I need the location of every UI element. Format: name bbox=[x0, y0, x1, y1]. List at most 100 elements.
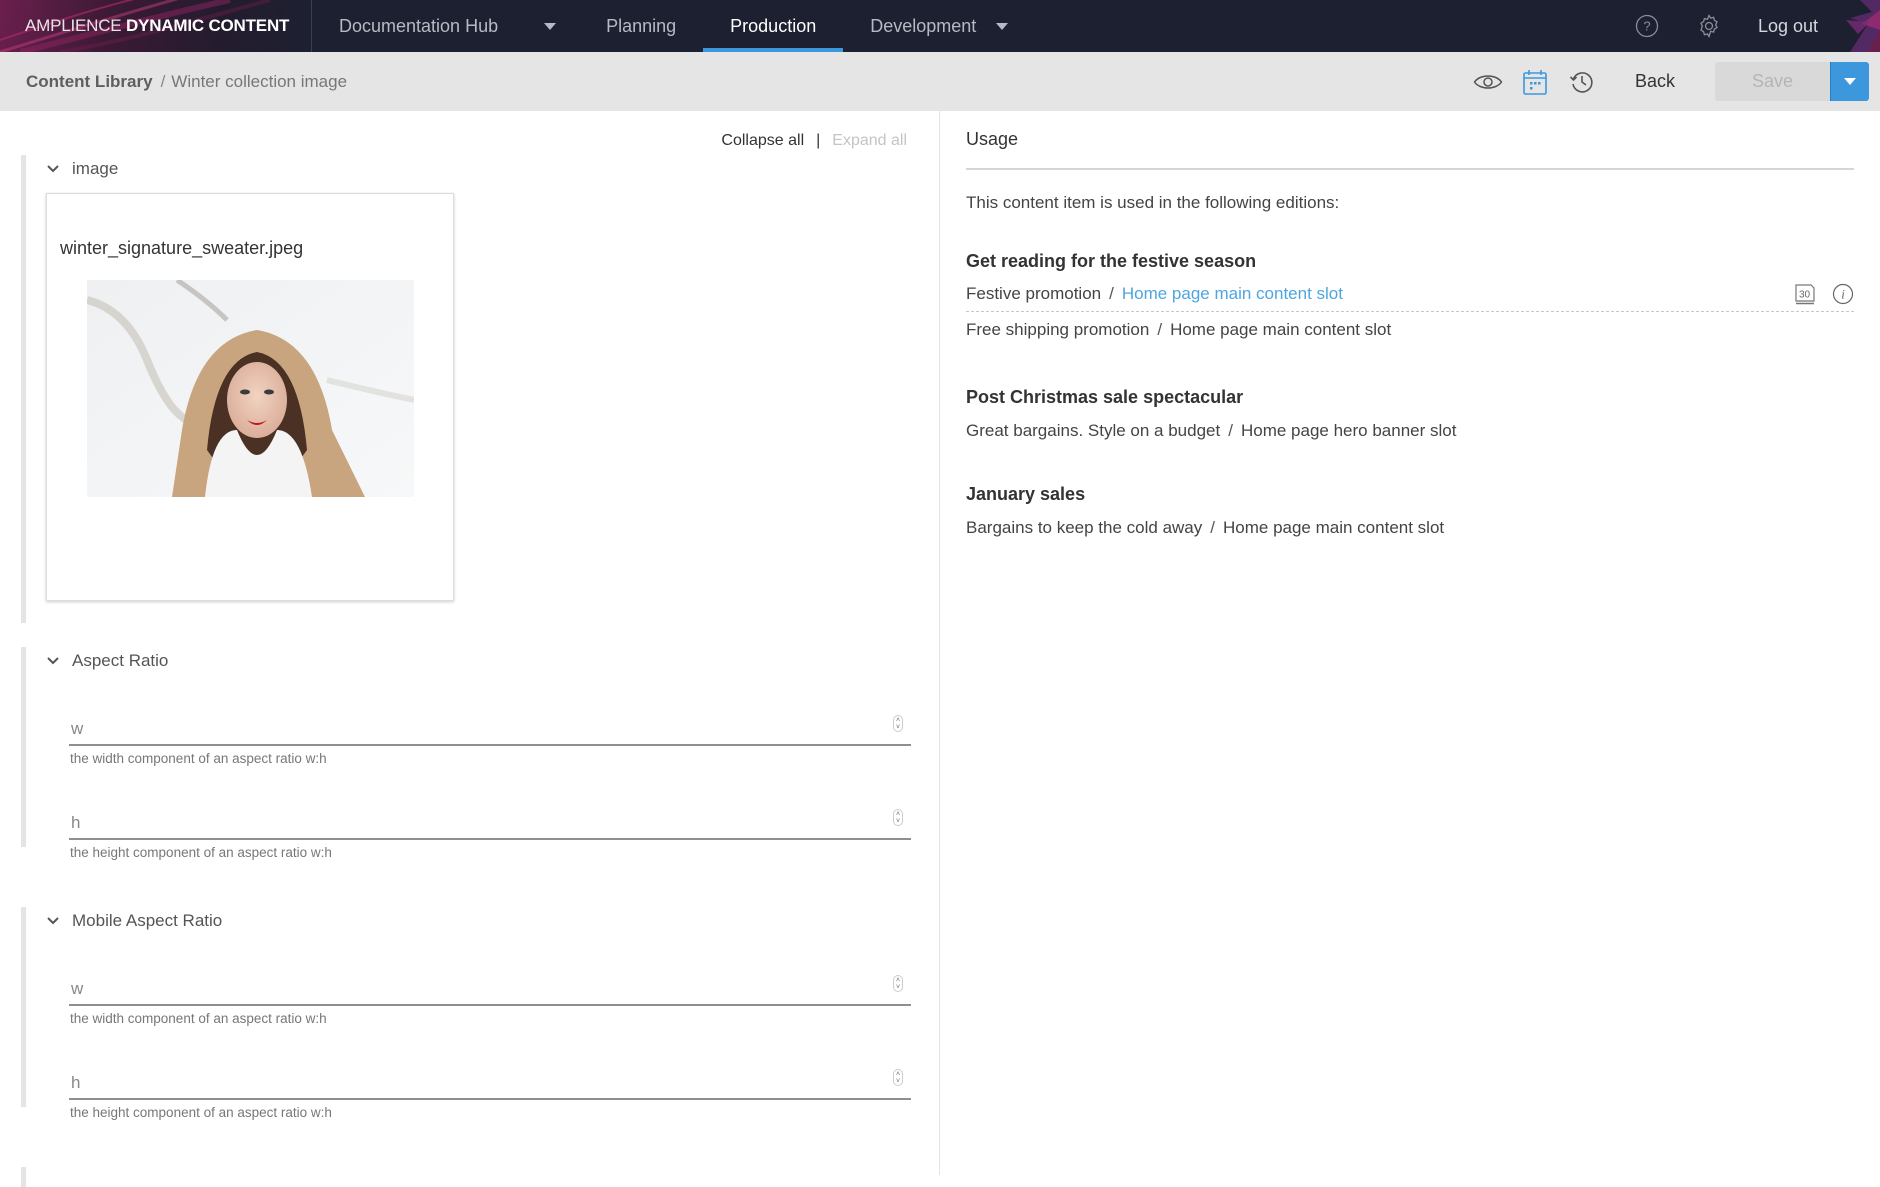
collapse-all-button[interactable]: Collapse all bbox=[721, 132, 804, 150]
aspect-ratio-w-input[interactable]: w ˄ ˅ bbox=[69, 701, 911, 746]
separator: / bbox=[1157, 319, 1163, 339]
image-card[interactable]: winter_signature_sweater.jpeg bbox=[46, 193, 454, 601]
history-icon[interactable] bbox=[1567, 67, 1597, 97]
preview-eye-icon[interactable] bbox=[1473, 67, 1503, 97]
field-label: w bbox=[71, 979, 84, 998]
brand-logo: AMPLIENCE DYNAMIC CONTENT bbox=[0, 0, 312, 52]
calendar-day-number: 30 bbox=[1799, 290, 1811, 301]
section-title: Mobile Aspect Ratio bbox=[72, 911, 223, 930]
mobile-aspect-ratio-w-input[interactable]: w ˄ ˅ bbox=[69, 961, 911, 1006]
calendar-day-icon[interactable]: 30 bbox=[1794, 283, 1816, 305]
save-button[interactable]: Save bbox=[1715, 62, 1830, 101]
tab-development[interactable]: Development bbox=[843, 0, 1035, 52]
hub-name: Documentation Hub bbox=[339, 15, 499, 36]
mobile-aspect-ratio-h-input[interactable]: h ˄ ˅ bbox=[69, 1055, 911, 1100]
field-help-text: the width component of an aspect ratio w… bbox=[70, 751, 327, 766]
settings-gear-icon[interactable] bbox=[1696, 13, 1722, 39]
aspect-ratio-h-field: h ˄ ˅ the height component of an aspect r… bbox=[69, 795, 911, 860]
breadcrumb-separator: / bbox=[160, 71, 166, 91]
event-name: Bargains to keep the cold away bbox=[966, 517, 1203, 537]
usage-title: Usage bbox=[966, 129, 1019, 149]
number-stepper[interactable]: ˄ ˅ bbox=[893, 1069, 903, 1086]
chevron-down-icon bbox=[46, 162, 60, 176]
content-form-panel: Collapse all | Expand all image winter_s… bbox=[0, 111, 940, 1187]
number-stepper[interactable]: ˄ ˅ bbox=[893, 975, 903, 992]
mobile-aspect-ratio-w-field: w ˄ ˅ the width component of an aspect ra… bbox=[69, 961, 911, 1026]
expand-all-button[interactable]: Expand all bbox=[832, 132, 907, 150]
tab-label: Planning bbox=[606, 15, 677, 36]
chevron-up-icon: ˄ bbox=[895, 976, 901, 984]
field-help-text: the height component of an aspect ratio … bbox=[70, 1105, 332, 1120]
logout-button[interactable]: Log out bbox=[1758, 16, 1818, 37]
chevron-down-icon bbox=[46, 654, 60, 668]
field-help-text: the height component of an aspect ratio … bbox=[70, 845, 332, 860]
save-options-dropdown[interactable] bbox=[1830, 62, 1869, 101]
brand-light-text: AMPLIENCE bbox=[25, 16, 122, 35]
breadcrumb-content-library[interactable]: Content Library bbox=[26, 72, 153, 92]
chevron-up-icon: ˄ bbox=[895, 1070, 901, 1078]
tab-label: Development bbox=[870, 15, 977, 36]
section-title: Aspect Ratio bbox=[72, 651, 169, 670]
image-section-header[interactable]: image bbox=[26, 155, 911, 183]
chevron-down-icon bbox=[46, 914, 60, 928]
event-name: Free shipping promotion bbox=[966, 319, 1150, 339]
image-section: image winter_signature_sweater.jpeg bbox=[21, 155, 911, 623]
edition-item: January sales Bargains to keep the cold … bbox=[966, 484, 1854, 545]
slot-link[interactable]: Home page main content slot bbox=[1122, 284, 1343, 304]
separator: / bbox=[1228, 420, 1233, 440]
chevron-down-icon: ˅ bbox=[895, 817, 901, 825]
mobile-aspect-ratio-section: Mobile Aspect Ratio w ˄ ˅ the width compo… bbox=[21, 907, 911, 1120]
edition-title: Post Christmas sale spectacular bbox=[966, 387, 1244, 407]
tab-planning[interactable]: Planning bbox=[579, 0, 703, 52]
separator: / bbox=[1109, 284, 1114, 303]
aspect-ratio-section-header[interactable]: Aspect Ratio bbox=[26, 647, 911, 675]
chevron-down-icon bbox=[544, 22, 557, 30]
slot-row: Festive promotion / Home page main conte… bbox=[966, 277, 1854, 312]
content-toolbar: Content Library / Winter collection imag… bbox=[0, 52, 1880, 111]
image-thumbnail[interactable] bbox=[87, 280, 414, 497]
save-split-button: Save bbox=[1715, 62, 1869, 101]
next-section-edge bbox=[21, 1167, 911, 1187]
image-thumbnail-photo bbox=[87, 280, 414, 497]
chevron-up-icon: ˄ bbox=[895, 810, 901, 818]
calendar-icon[interactable] bbox=[1520, 67, 1550, 97]
slot-link[interactable]: Home page main content slot bbox=[1223, 518, 1444, 538]
breadcrumb-current: Winter collection image bbox=[171, 71, 348, 91]
separator: / bbox=[1210, 517, 1215, 537]
number-stepper[interactable]: ˄ ˅ bbox=[893, 809, 903, 826]
event-name: Festive promotion bbox=[966, 284, 1102, 303]
divider: | bbox=[816, 132, 821, 149]
number-stepper[interactable]: ˄ ˅ bbox=[893, 715, 903, 732]
edition-title: Get reading for the festive season bbox=[966, 251, 1257, 271]
aspect-ratio-h-input[interactable]: h ˄ ˅ bbox=[69, 795, 911, 840]
chevron-down-icon bbox=[1844, 78, 1856, 85]
back-button[interactable]: Back bbox=[1635, 71, 1675, 92]
field-label: h bbox=[71, 1073, 81, 1092]
image-filename: winter_signature_sweater.jpeg bbox=[60, 238, 304, 258]
info-icon[interactable]: i bbox=[1832, 283, 1854, 305]
slot-link[interactable]: Home page main content slot bbox=[1170, 320, 1391, 340]
field-label: h bbox=[71, 813, 81, 832]
slot-row: Free shipping promotion / Home page main… bbox=[966, 312, 1854, 347]
chevron-up-icon: ˄ bbox=[895, 716, 901, 724]
usage-panel: Usage This content item is used in the f… bbox=[941, 111, 1880, 1175]
section-title: image bbox=[72, 159, 119, 178]
hub-selector[interactable]: Documentation Hub bbox=[312, 0, 579, 52]
svg-text:?: ? bbox=[1643, 19, 1650, 34]
svg-text:i: i bbox=[1841, 287, 1845, 302]
slot-row: Great bargains. Style on a budget / Home… bbox=[966, 413, 1854, 448]
aspect-ratio-section: Aspect Ratio w ˄ ˅ the width component of… bbox=[21, 647, 911, 860]
slot-link[interactable]: Home page hero banner slot bbox=[1241, 421, 1456, 441]
help-icon[interactable]: ? bbox=[1634, 13, 1660, 39]
tab-production[interactable]: Production bbox=[703, 0, 844, 52]
chevron-down-icon: ˅ bbox=[895, 983, 901, 991]
slot-row: Bargains to keep the cold away / Home pa… bbox=[966, 510, 1854, 545]
brand-star-decoration bbox=[1846, 0, 1880, 52]
mobile-aspect-ratio-section-header[interactable]: Mobile Aspect Ratio bbox=[26, 907, 911, 935]
edition-item: Post Christmas sale spectacular Great ba… bbox=[966, 387, 1854, 448]
edition-title: January sales bbox=[966, 484, 1086, 504]
usage-intro-text: This content item is used in the followi… bbox=[966, 193, 1340, 212]
edition-item: Get reading for the festive season Festi… bbox=[966, 251, 1854, 347]
tab-label: Production bbox=[730, 15, 817, 36]
slot-actions: 30 i bbox=[1778, 283, 1854, 305]
